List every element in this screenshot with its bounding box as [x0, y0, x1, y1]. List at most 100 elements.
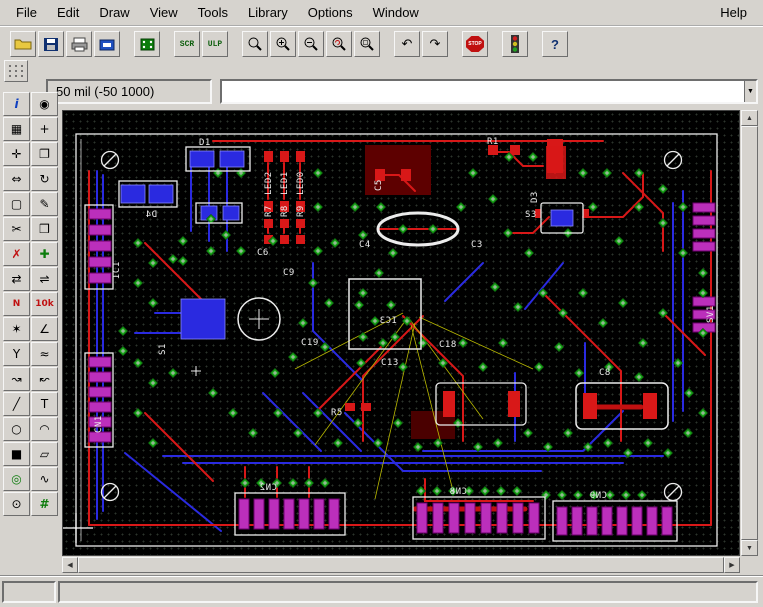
scrollbar-corner — [741, 557, 758, 573]
tool-arc[interactable]: ◠ — [31, 417, 58, 441]
command-line: ▼ — [220, 79, 758, 104]
zoom-redraw-button[interactable] — [326, 31, 352, 57]
redo-button[interactable]: ↷ — [422, 31, 448, 57]
board-canvas[interactable]: D1 D4 LED2 LED1 LED0 R7 R8 R9 C5 R1 D3 S… — [62, 110, 740, 556]
tool-value[interactable]: 10k — [31, 292, 58, 316]
help-button[interactable]: ? — [542, 31, 568, 57]
menu-draw[interactable]: Draw — [89, 1, 139, 24]
tool-paste[interactable]: ❒ — [31, 217, 58, 241]
tool-rotate[interactable]: ↻ — [31, 167, 58, 191]
tool-circle[interactable]: ○ — [3, 417, 30, 441]
command-scroll-arrow[interactable]: ▼ — [744, 81, 756, 102]
undo-button[interactable]: ↶ — [394, 31, 420, 57]
tool-ratsnest[interactable]: # — [31, 492, 58, 516]
tool-replace[interactable]: ⇌ — [31, 267, 58, 291]
tool-group[interactable]: ▢ — [3, 192, 30, 216]
statusbar-left-panel — [2, 581, 56, 603]
tool-mark[interactable]: + — [31, 117, 58, 141]
tool-copy[interactable]: ❐ — [31, 142, 58, 166]
traffic-light-button[interactable] — [502, 31, 528, 57]
grid-button[interactable] — [4, 60, 28, 82]
zoom-out-icon — [303, 36, 319, 52]
tool-delete[interactable]: ✗ — [3, 242, 30, 266]
tool-add[interactable]: ✚ — [31, 242, 58, 266]
pcb-label-cn1: CN1 — [94, 415, 104, 433]
ulp-button[interactable]: ULP — [202, 31, 228, 57]
command-input[interactable] — [222, 81, 744, 102]
pcb-label-r8: R8 — [280, 205, 290, 217]
menu-tools[interactable]: Tools — [188, 1, 238, 24]
cam-button[interactable] — [94, 31, 120, 57]
pcb-label-c13: C13 — [381, 358, 399, 368]
tool-hole[interactable]: ⊙ — [3, 492, 30, 516]
zoom-select-icon — [359, 36, 375, 52]
tool-pinswap[interactable]: ⇄ — [3, 267, 30, 291]
pcb-drawing: D1 D4 LED2 LED1 LED0 R7 R8 R9 C5 R1 D3 S… — [63, 111, 740, 556]
tool-polygon[interactable]: ▱ — [31, 442, 58, 466]
menu-library[interactable]: Library — [238, 1, 298, 24]
menu-options[interactable]: Options — [298, 1, 363, 24]
eagle-board-editor-window: { "menubar": { "items": ["File", "Edit",… — [0, 0, 763, 607]
statusbar-message — [58, 581, 758, 603]
tool-optimize[interactable]: ≈ — [31, 342, 58, 366]
pcb-label-led2: LED2 — [264, 171, 274, 195]
zoom-out-button[interactable] — [298, 31, 324, 57]
stop-sign-icon: STOP — [466, 36, 484, 52]
tool-wire[interactable]: ╱ — [3, 392, 30, 416]
board-icon — [140, 38, 155, 51]
tool-name[interactable]: N — [3, 292, 30, 316]
pcb-label-c19: C19 — [301, 338, 319, 348]
scroll-right-button[interactable]: ▶ — [724, 557, 740, 573]
tool-split[interactable]: Y — [3, 342, 30, 366]
pcb-label-cn2: CN2 — [259, 483, 277, 493]
pcb-label-c3: C3 — [471, 240, 483, 250]
scroll-left-button[interactable]: ◀ — [62, 557, 78, 573]
pcb-label-c18: C18 — [439, 340, 457, 350]
tool-rect[interactable]: ■ — [3, 442, 30, 466]
tool-palette: i ◉ ▦ + ✛ ❐ ⇔ ↻ ▢ ✎ ✂ ❒ ✗ ✚ ⇄ ⇌ N 10k ✶ … — [3, 92, 59, 517]
tool-signal[interactable]: ∿ — [31, 467, 58, 491]
tool-miter[interactable]: ∠ — [31, 317, 58, 341]
horizontal-scroll-thumb[interactable] — [78, 557, 724, 573]
tool-route[interactable]: ↝ — [3, 367, 30, 391]
tool-change[interactable]: ✎ — [31, 192, 58, 216]
vertical-scroll-thumb[interactable] — [741, 126, 758, 540]
menu-view[interactable]: View — [140, 1, 188, 24]
pcb-label-c4: C4 — [359, 240, 371, 250]
mounting-hole-icon — [665, 152, 682, 169]
tool-cut[interactable]: ✂ — [3, 217, 30, 241]
tool-mirror[interactable]: ⇔ — [3, 167, 30, 191]
toolbar: SCR ULP ↶ ↷ STOP ? — [0, 29, 763, 59]
tool-text[interactable]: T — [31, 392, 58, 416]
pcb-label-r9: R9 — [296, 205, 306, 217]
pcb-label-c5: C5 — [374, 179, 384, 191]
scroll-down-button[interactable]: ▼ — [741, 540, 758, 556]
horizontal-scrollbar[interactable]: ◀ ▶ — [62, 557, 740, 573]
board-button[interactable] — [134, 31, 160, 57]
menu-edit[interactable]: Edit — [47, 1, 89, 24]
tool-via[interactable]: ◎ — [3, 467, 30, 491]
zoom-select-button[interactable] — [354, 31, 380, 57]
menu-help[interactable]: Help — [710, 1, 757, 24]
print-button[interactable] — [66, 31, 92, 57]
tool-display[interactable]: ▦ — [3, 117, 30, 141]
tool-smash[interactable]: ✶ — [3, 317, 30, 341]
tool-move[interactable]: ✛ — [3, 142, 30, 166]
menubar: File Edit Draw View Tools Library Option… — [0, 0, 763, 27]
tool-info[interactable]: i — [3, 92, 30, 116]
pcb-label-cn8: CN8 — [449, 487, 467, 497]
pcb-label-s3: S3 — [525, 210, 537, 220]
tool-ripup[interactable]: ↜ — [31, 367, 58, 391]
zoom-in-button[interactable] — [270, 31, 296, 57]
tool-show[interactable]: ◉ — [31, 92, 58, 116]
scroll-up-button[interactable]: ▲ — [741, 110, 758, 126]
menu-window[interactable]: Window — [363, 1, 429, 24]
stop-button[interactable]: STOP — [462, 31, 488, 57]
mounting-hole-icon — [665, 484, 682, 501]
script-button[interactable]: SCR — [174, 31, 200, 57]
zoom-fit-button[interactable] — [242, 31, 268, 57]
vertical-scrollbar[interactable]: ▲ ▼ — [741, 110, 758, 556]
menu-file[interactable]: File — [6, 1, 47, 24]
open-button[interactable] — [10, 31, 36, 57]
save-button[interactable] — [38, 31, 64, 57]
